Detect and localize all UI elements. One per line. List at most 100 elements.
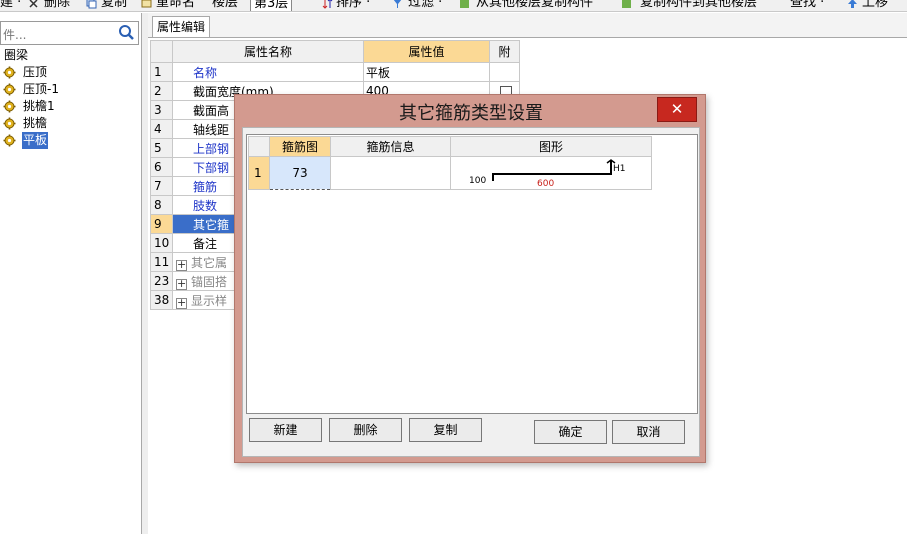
delete-icon [28, 0, 39, 9]
property-name: 截面高 [193, 103, 230, 118]
row-number: 9 [150, 214, 173, 234]
property-name-cell[interactable]: 名称 [172, 62, 364, 82]
expand-icon[interactable]: + [176, 278, 187, 290]
tree-item[interactable]: 压顶-1 [0, 81, 140, 98]
toolbar-move-up-button[interactable]: 上移 [862, 0, 888, 11]
other-stirrup-type-dialog: 其它箍筋类型设置 ✕ 箍筋图 箍筋信息 图形 1 73 100 H1 600 新… [234, 94, 706, 463]
row-number: 10 [150, 233, 173, 253]
ok-button[interactable]: 确定 [534, 420, 607, 444]
gear-icon [3, 83, 16, 96]
tree-item-label: 圈梁 [4, 48, 29, 62]
row-number: 3 [150, 100, 173, 120]
toolbar-floor-label: 楼层 [212, 0, 239, 10]
gear-icon [3, 100, 16, 113]
search-placeholder: 件... [3, 28, 27, 42]
row-number: 1 [150, 62, 173, 82]
main-toolbar: 建 · 删除 复制 重命名 楼层 第3层 排序 · 过滤 · 从其他楼层复制构件… [0, 0, 907, 12]
row-number: 6 [150, 157, 173, 177]
component-list-panel: 件... 圈梁压顶压顶-1 挑檐1 挑檐平板 [0, 13, 142, 534]
grid-corner [150, 40, 173, 63]
expand-icon[interactable]: + [176, 259, 187, 271]
column-header-property-value[interactable]: 属性值 [363, 40, 490, 63]
copy-button[interactable]: 复制 [409, 418, 482, 442]
stirrup-grid: 箍筋图 箍筋信息 图形 1 73 100 H1 600 [248, 136, 652, 190]
toolbar-copy-button[interactable]: 复制 [101, 0, 127, 11]
close-button[interactable]: ✕ [657, 97, 697, 122]
tab-property-editor[interactable]: 属性编辑 [152, 16, 211, 38]
sort-icon [322, 0, 333, 9]
cancel-button[interactable]: 取消 [612, 420, 685, 444]
tree-item-label: 挑檐1 [23, 99, 55, 113]
move-up-icon [847, 0, 858, 9]
new-button[interactable]: 新建 [249, 418, 322, 442]
component-search-input[interactable]: 件... [0, 21, 139, 45]
toolbar-sort-button[interactable]: 排序 · [336, 0, 370, 11]
copy-icon [86, 0, 97, 9]
stirrup-info-cell[interactable] [330, 156, 451, 190]
stirrup-shape-drawing: 100 H1 600 [469, 159, 626, 189]
shape-height-label: H1 [613, 164, 626, 174]
column-header-shape[interactable]: 图形 [450, 136, 652, 157]
row-number: 38 [150, 290, 173, 310]
property-name: 肢数 [193, 198, 218, 213]
search-icon[interactable] [116, 23, 136, 43]
tree-item[interactable]: 挑檐 [0, 115, 140, 132]
stirrup-grid-corner [248, 136, 270, 157]
gear-icon [3, 66, 16, 79]
attach-cell [489, 62, 520, 82]
row-number: 11 [150, 252, 173, 272]
floor-select[interactable]: 第3层 [250, 0, 293, 11]
column-header-attach[interactable]: 附 [489, 40, 520, 63]
property-name: 轴线距 [193, 122, 230, 137]
tree-item[interactable]: 压顶 [0, 64, 140, 81]
tree-item-label: 挑檐 [23, 116, 48, 130]
component-tree: 圈梁压顶压顶-1 挑檐1 挑檐平板 [0, 47, 140, 149]
toolbar-copy-from-other-floor-button[interactable]: 从其他楼层复制构件 [476, 0, 593, 11]
expand-icon[interactable]: + [176, 297, 187, 309]
toolbar-find-button[interactable]: 查找 · [790, 0, 824, 11]
tree-item-label: 平板 [22, 132, 49, 149]
tree-item-label: 压顶 [23, 65, 48, 79]
column-header-property-name[interactable]: 属性名称 [172, 40, 364, 63]
row-number: 23 [150, 271, 173, 291]
shape-length-dimension: 600 [537, 179, 554, 189]
tree-item-label: 压顶-1 [23, 82, 59, 96]
stirrup-figure-cell[interactable]: 73 [269, 156, 331, 190]
row-number[interactable]: 1 [248, 156, 270, 190]
copy-to-floor-icon [621, 0, 632, 9]
property-name: 箍筋 [193, 179, 218, 194]
property-name: 锚固搭 [191, 274, 228, 289]
column-header-stirrup-info[interactable]: 箍筋信息 [330, 136, 451, 157]
tree-item[interactable]: 圈梁 [0, 47, 140, 64]
toolbar-item-new[interactable]: 建 · [0, 0, 21, 11]
gear-icon [3, 134, 16, 147]
tree-item[interactable]: 平板 [0, 132, 140, 149]
property-value-cell[interactable]: 平板 [363, 62, 490, 82]
rename-icon [141, 0, 152, 9]
property-name: 其它属 [191, 255, 228, 270]
row-number: 8 [150, 195, 173, 215]
toolbar-rename-button[interactable]: 重命名 [156, 0, 195, 11]
filter-icon [392, 0, 403, 9]
shape-cell[interactable]: 100 H1 600 [450, 156, 652, 190]
copy-from-floor-icon [459, 0, 470, 9]
property-name: 备注 [193, 236, 218, 251]
toolbar-copy-to-other-floor-button[interactable]: 复制构件到其他楼层 [640, 0, 757, 11]
tree-item[interactable]: 挑檐1 [0, 98, 140, 115]
gear-icon [3, 117, 16, 130]
property-name: 上部钢 [193, 141, 230, 156]
shape-left-dimension: 100 [469, 176, 486, 186]
property-row[interactable]: 1 名称 平板 [150, 62, 520, 82]
property-name: 其它箍 [193, 217, 230, 232]
toolbar-filter-button[interactable]: 过滤 · [408, 0, 442, 11]
toolbar-delete-button[interactable]: 删除 [44, 0, 70, 11]
row-number: 7 [150, 176, 173, 196]
row-number: 2 [150, 81, 173, 101]
property-name: 显示样 [191, 293, 228, 308]
row-number: 5 [150, 138, 173, 158]
column-header-stirrup-figure[interactable]: 箍筋图 [269, 136, 331, 157]
stirrup-row[interactable]: 1 73 100 H1 600 [248, 156, 652, 190]
dialog-body: 箍筋图 箍筋信息 图形 1 73 100 H1 600 新建 删除 复制 确定 … [242, 127, 700, 457]
row-number: 4 [150, 119, 173, 139]
delete-button[interactable]: 删除 [329, 418, 402, 442]
